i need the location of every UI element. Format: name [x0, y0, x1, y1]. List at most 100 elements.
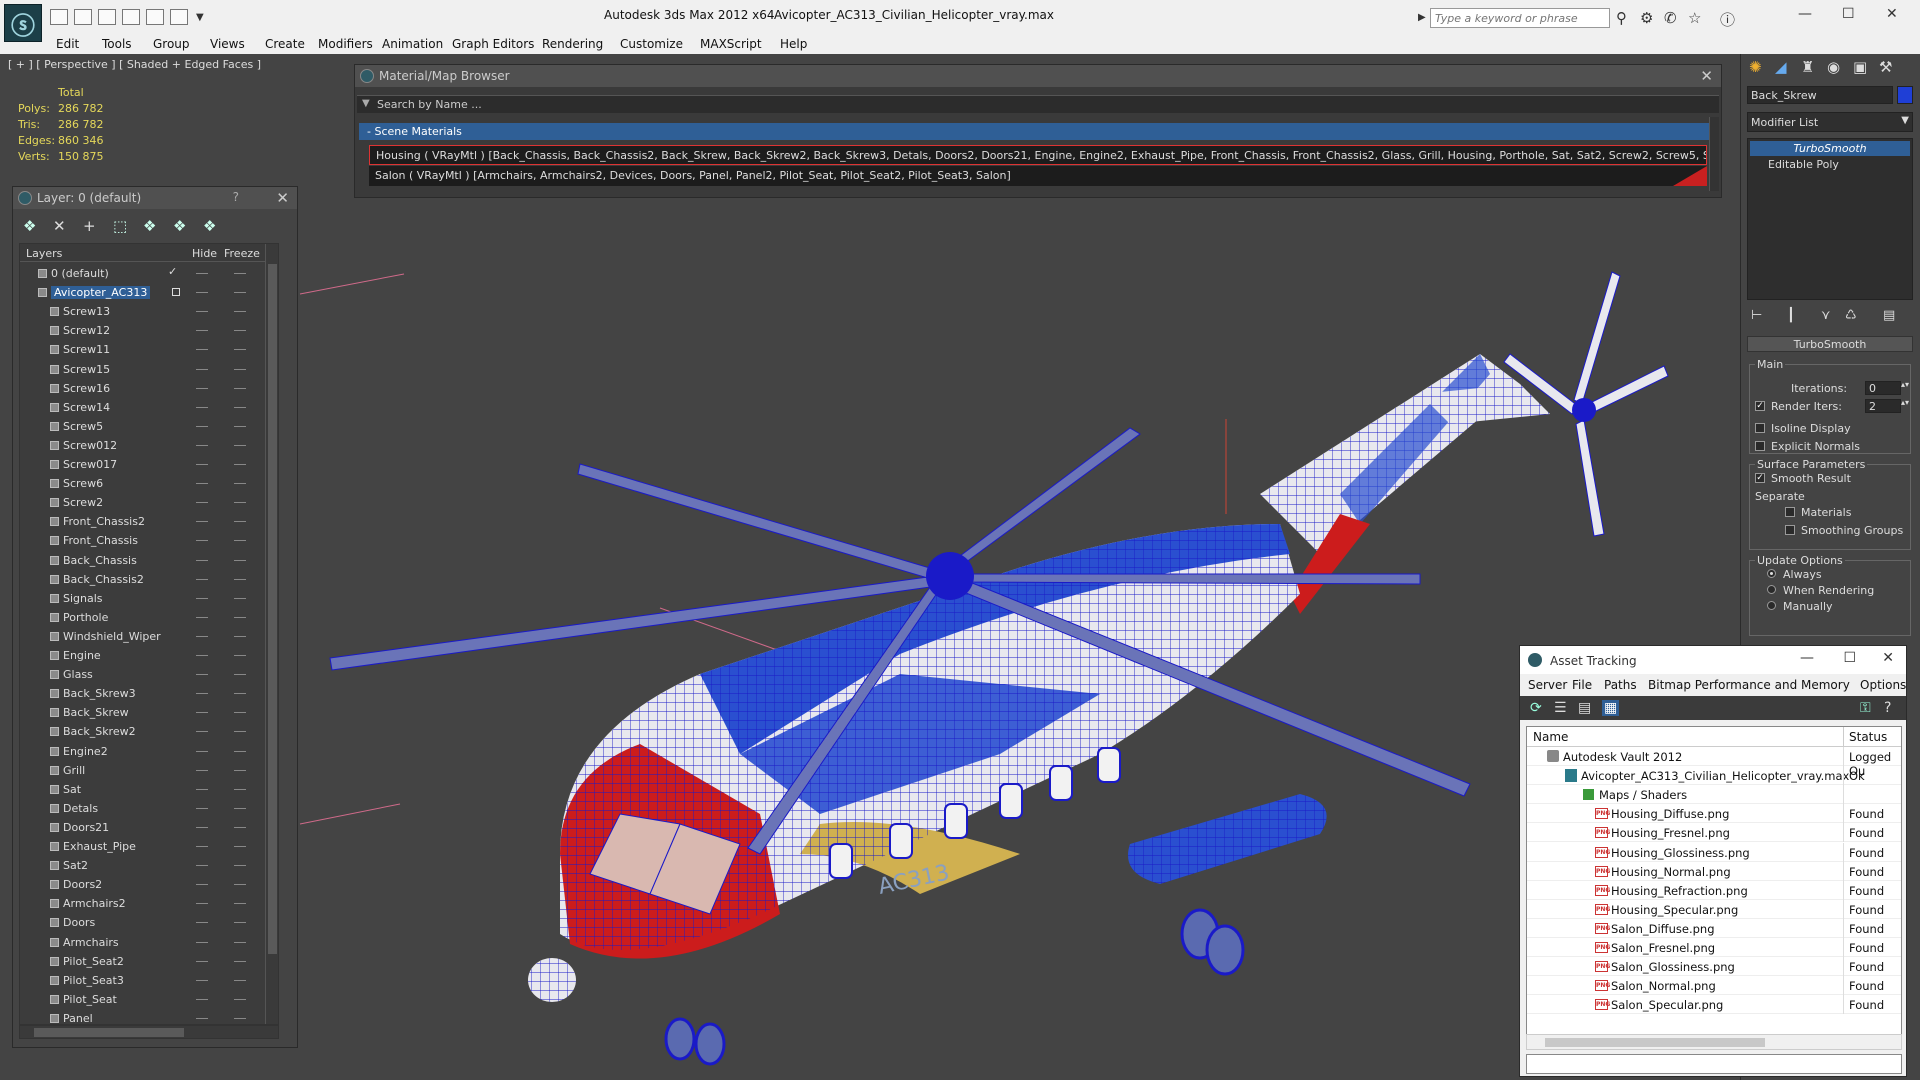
layer-row[interactable]: Back_Chassis	[20, 551, 265, 570]
asset-row[interactable]: PNG Housing_Glossiness.png Found	[1527, 842, 1901, 862]
hide-toggle[interactable]	[196, 387, 208, 389]
object-name-field[interactable]: Back_Skrew	[1747, 86, 1893, 104]
isoline-checkbox[interactable]	[1755, 423, 1765, 433]
freeze-toggle[interactable]	[234, 655, 246, 656]
3ds-max-logo-icon[interactable]: ⓢ	[4, 4, 42, 42]
new-file-icon[interactable]	[50, 9, 68, 25]
close-icon[interactable]: ✕	[1886, 6, 1898, 22]
spinner-arrows-icon[interactable]: ▴▾	[1901, 380, 1909, 389]
hide-toggle[interactable]	[196, 349, 208, 351]
freeze-toggle[interactable]	[234, 597, 246, 599]
freeze-toggle[interactable]	[234, 769, 246, 771]
layer-row[interactable]: Screw16	[20, 379, 265, 398]
menu-customize[interactable]: Customize	[620, 37, 683, 51]
layer-row[interactable]: Grill	[20, 761, 265, 780]
configure-sets-icon[interactable]: ▤	[1883, 308, 1895, 323]
freeze-toggle[interactable]	[234, 693, 246, 695]
column-separator[interactable]	[1843, 727, 1844, 747]
asset-tracking-titlebar[interactable]: Asset Tracking — ☐ ✕	[1520, 646, 1906, 674]
favorites-star-icon[interactable]: ☆	[1688, 9, 1701, 27]
close-icon[interactable]: ✕	[276, 189, 289, 207]
hide-toggle[interactable]	[196, 444, 208, 446]
asset-row[interactable]: PNG Salon_Normal.png Found	[1527, 976, 1901, 996]
freeze-toggle[interactable]	[234, 635, 246, 637]
hide-toggle[interactable]	[196, 330, 208, 332]
layer-row[interactable]: Back_Chassis2	[20, 570, 265, 589]
hide-toggle[interactable]	[196, 769, 208, 771]
hide-toggle[interactable]	[196, 502, 208, 504]
update-when-rendering-radio[interactable]	[1767, 585, 1776, 594]
close-icon[interactable]: ✕	[1700, 67, 1713, 85]
help-icon[interactable]: ?	[233, 190, 239, 204]
subscription-icon[interactable]: ⚙	[1640, 9, 1653, 27]
asset-row[interactable]: PNG Salon_Fresnel.png Found	[1527, 938, 1901, 957]
col-freeze[interactable]: Freeze	[224, 247, 260, 260]
smoothing-groups-row[interactable]: Smoothing Groups	[1785, 524, 1911, 537]
material-row-housing[interactable]: Housing ( VRayMtl ) [Back_Chassis, Back_…	[369, 145, 1707, 165]
col-layers[interactable]: Layers	[26, 247, 62, 260]
asset-row[interactable]: PNG Salon_Specular.png Found	[1527, 995, 1901, 1015]
add-to-layer-icon[interactable]: +	[83, 217, 96, 235]
layer-row[interactable]: Doors2	[20, 875, 265, 894]
create-tab-icon[interactable]: ✺	[1749, 58, 1762, 76]
list-view-icon[interactable]: ☰	[1554, 700, 1567, 716]
scene-materials-group[interactable]: - Scene Materials	[359, 123, 1715, 140]
smoothing-groups-checkbox[interactable]	[1785, 525, 1795, 535]
close-icon[interactable]: ✕	[1882, 650, 1894, 666]
minimize-icon[interactable]: —	[1800, 650, 1814, 666]
freeze-toggle[interactable]	[234, 884, 246, 886]
hide-toggle[interactable]	[196, 311, 208, 313]
freeze-toggle[interactable]	[234, 998, 246, 1000]
menu-tools[interactable]: Tools	[102, 37, 132, 51]
smooth-result-row[interactable]: ✓ Smooth Result	[1755, 472, 1905, 485]
hide-toggle[interactable]	[196, 826, 208, 828]
hide-toggle[interactable]	[196, 979, 208, 981]
materials-row[interactable]: Materials	[1785, 506, 1905, 519]
render-iters-checkbox[interactable]: ✓	[1755, 401, 1765, 411]
freeze-toggle[interactable]	[234, 846, 246, 847]
show-end-result-icon[interactable]: ┃	[1787, 308, 1795, 323]
table-view-icon[interactable]: ▦	[1602, 700, 1620, 716]
freeze-toggle[interactable]	[234, 807, 246, 809]
hide-toggle[interactable]	[196, 846, 208, 847]
menu-views[interactable]: Views	[210, 37, 245, 51]
layer-manager-titlebar[interactable]: Layer: 0 (default) ? ✕	[13, 187, 297, 209]
layer-row[interactable]: Screw11	[20, 340, 265, 359]
freeze-toggle[interactable]	[234, 731, 246, 733]
col-name[interactable]: Name	[1533, 730, 1568, 744]
menu-create[interactable]: Create	[265, 37, 305, 51]
hide-toggle[interactable]	[196, 655, 208, 656]
freeze-toggle[interactable]	[234, 865, 246, 867]
layer-row[interactable]: Sat2	[20, 856, 265, 875]
freeze-toggle[interactable]	[234, 750, 246, 752]
freeze-toggle[interactable]	[234, 521, 246, 523]
modifier-list-dropdown[interactable]: Modifier List ▼	[1747, 112, 1913, 132]
freeze-toggle[interactable]	[234, 1017, 246, 1019]
hide-toggle[interactable]	[196, 292, 208, 294]
hide-toggle[interactable]	[196, 273, 208, 274]
freeze-toggle[interactable]	[234, 387, 246, 389]
update-always-row[interactable]: Always	[1767, 568, 1887, 581]
hide-toggle[interactable]	[196, 807, 208, 809]
hide-toggle[interactable]	[196, 941, 208, 943]
hide-toggle[interactable]	[196, 559, 208, 561]
layer-row[interactable]: Glass	[20, 665, 265, 684]
maximize-icon[interactable]: ☐	[1843, 650, 1856, 666]
layer-row[interactable]: 0 (default) ✓	[20, 264, 265, 283]
material-browser-scrollbar[interactable]	[1709, 117, 1719, 191]
layer-row[interactable]: Screw13	[20, 302, 265, 321]
freeze-toggle[interactable]	[234, 960, 246, 962]
scroll-thumb[interactable]	[268, 264, 277, 954]
scroll-thumb[interactable]	[34, 1028, 184, 1037]
asset-row[interactable]: PNG Housing_Specular.png Found	[1527, 899, 1901, 919]
make-unique-icon[interactable]: ⋎	[1821, 308, 1831, 323]
asset-menu-paths[interactable]: Paths	[1604, 678, 1637, 692]
material-search-input[interactable]: ▼ Search by Name ...	[357, 95, 1719, 113]
layer-row[interactable]: Screw2	[20, 493, 265, 512]
asset-row[interactable]: PNG Housing_Normal.png Found	[1527, 861, 1901, 881]
freeze-toggle[interactable]	[234, 330, 246, 332]
freeze-toggle[interactable]	[234, 578, 246, 580]
freeze-toggle[interactable]	[234, 903, 246, 905]
layer-row[interactable]: Back_Skrew	[20, 703, 265, 722]
asset-row[interactable]: PNG Salon_Diffuse.png Found	[1527, 918, 1901, 938]
